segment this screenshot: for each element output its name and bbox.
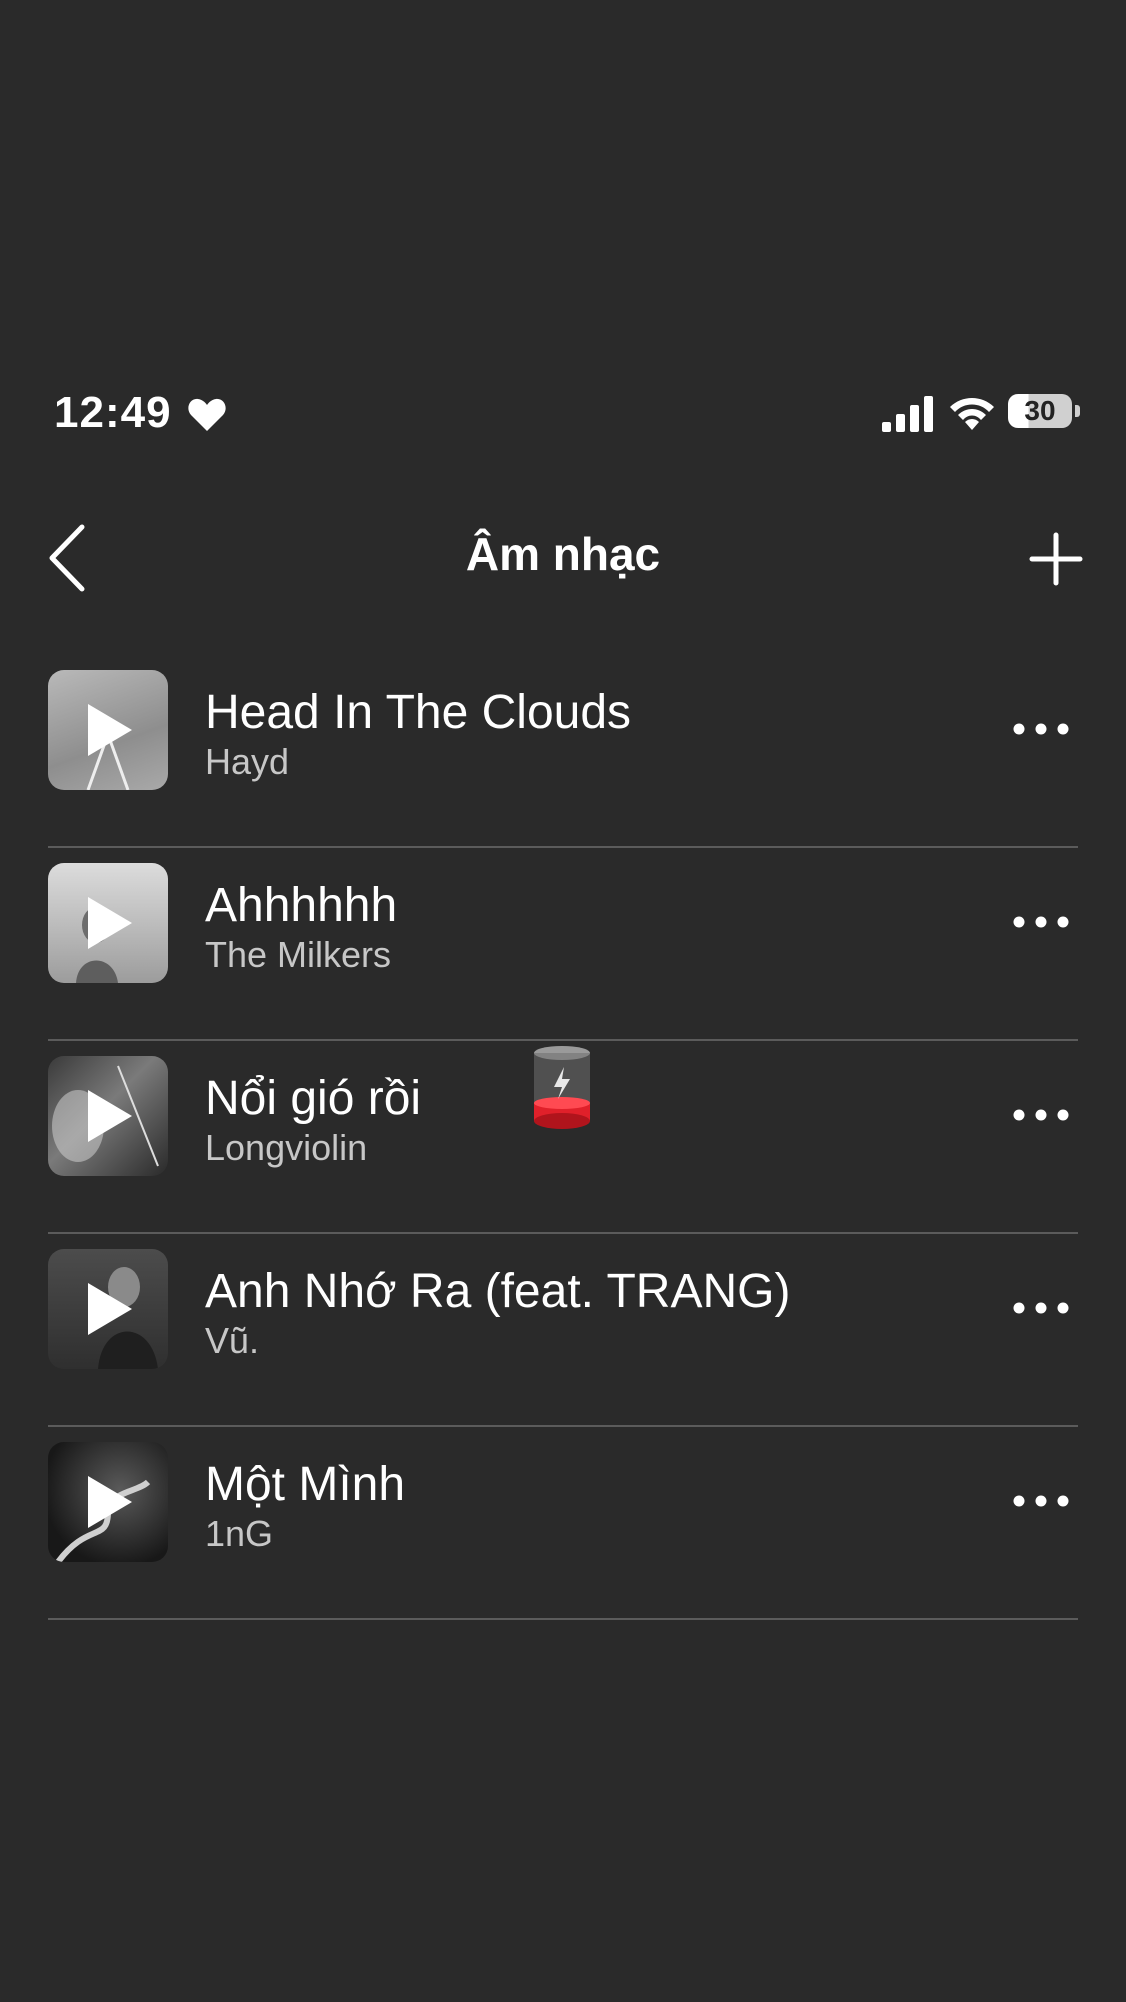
song-title: Nổi gió rồi <box>205 1072 422 1125</box>
plus-icon[interactable] <box>1028 531 1084 587</box>
song-row[interactable]: Anh Nhớ Ra (feat. TRANG) Vũ. <box>48 1234 1078 1427</box>
song-artist: 1nG <box>205 1513 274 1554</box>
play-icon[interactable] <box>84 895 134 951</box>
album-art[interactable] <box>48 670 168 790</box>
status-bar: 12:49 30 <box>0 380 1126 450</box>
song-row[interactable]: Head In The Clouds Hayd <box>48 655 1078 848</box>
heart-icon <box>188 398 226 431</box>
song-artist: Hayd <box>205 741 290 782</box>
song-title: Head In The Clouds <box>205 686 632 739</box>
album-art[interactable] <box>48 1442 168 1562</box>
play-icon[interactable] <box>84 1474 134 1530</box>
song-artist: Longviolin <box>205 1127 368 1168</box>
wifi-icon <box>950 398 994 430</box>
album-art[interactable] <box>48 1056 168 1176</box>
play-icon[interactable] <box>84 1088 134 1144</box>
nav-bar: Âm nhạc <box>0 515 1126 595</box>
song-list: Head In The Clouds Hayd Ahhhhhh The Milk… <box>48 655 1078 1620</box>
cellular-signal-icon <box>882 396 933 432</box>
ellipsis-icon <box>1013 1302 1069 1314</box>
more-options-button[interactable] <box>1011 1481 1071 1521</box>
ellipsis-icon <box>1013 1495 1069 1507</box>
play-icon[interactable] <box>84 1281 134 1337</box>
more-options-button[interactable] <box>1011 1288 1071 1328</box>
song-row[interactable]: Một Mình 1nG <box>48 1427 1078 1620</box>
song-title: Ahhhhhh <box>205 879 398 932</box>
more-options-button[interactable] <box>1011 1095 1071 1135</box>
more-options-button[interactable] <box>1011 902 1071 942</box>
low-battery-icon <box>534 1046 590 1129</box>
ellipsis-icon <box>1013 723 1069 735</box>
play-icon[interactable] <box>84 702 134 758</box>
battery-level: 30 <box>1024 395 1056 426</box>
more-options-button[interactable] <box>1011 709 1071 749</box>
battery-icon: 30 <box>1008 392 1080 432</box>
ellipsis-icon <box>1013 916 1069 928</box>
album-art[interactable] <box>48 1249 168 1369</box>
song-title: Một Mình <box>205 1458 406 1511</box>
ellipsis-icon <box>1013 1109 1069 1121</box>
status-time: 12:49 <box>54 388 172 437</box>
song-title: Anh Nhớ Ra (feat. TRANG) <box>205 1265 791 1318</box>
song-artist: Vũ. <box>205 1320 260 1361</box>
album-art[interactable] <box>48 863 168 983</box>
song-row[interactable]: Ahhhhhh The Milkers <box>48 848 1078 1041</box>
song-artist: The Milkers <box>205 934 392 975</box>
page-title: Âm nhạc <box>465 528 661 580</box>
